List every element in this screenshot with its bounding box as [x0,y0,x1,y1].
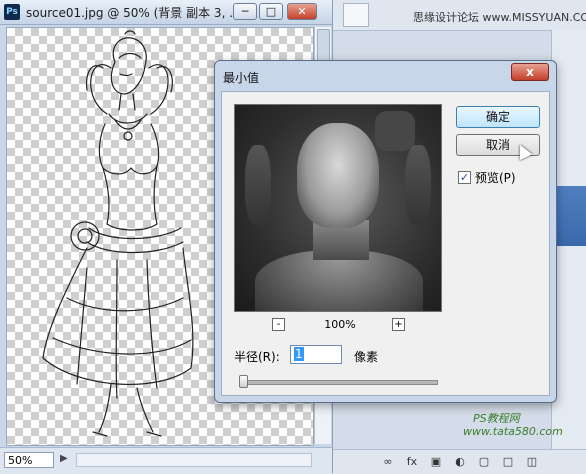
watermark-bottom: www.tata580.com [463,425,563,438]
minimize-button[interactable]: ─ [233,3,257,20]
new-layer-icon[interactable]: □ [501,455,515,469]
mask-icon[interactable]: ▣ [429,455,443,469]
zoom-out-button[interactable]: - [272,318,285,331]
horizontal-scrollbar[interactable] [76,453,312,467]
document-titlebar[interactable]: Ps source01.jpg @ 50% (背景 副本 3, ... ─ □ … [0,0,332,25]
adjustment-icon[interactable]: ◐ [453,455,467,469]
panel-header: 思缘设计论坛 www.MISSYUAN.COM [333,0,586,31]
preview-zoom-controls: - 100% + [272,318,406,334]
folder-icon[interactable]: ▢ [477,455,491,469]
fx-icon[interactable]: fx [405,455,419,469]
layers-toolbar: ∞ fx ▣ ◐ ▢ □ ◫ [333,449,586,474]
trash-icon[interactable]: ◫ [525,455,539,469]
document-status-bar: 50% ▶ [0,447,332,474]
dialog-close-button[interactable]: x [511,63,549,81]
dialog-title: 最小值 [223,71,260,85]
preview-checkbox[interactable]: ✓ [458,171,471,184]
ok-button[interactable]: 确定 [456,106,540,128]
preview-zoom-value: 100% [324,318,356,331]
watermark-top: 思缘设计论坛 www.MISSYUAN.COM [413,11,586,24]
radius-input[interactable]: 1 [290,345,342,364]
panel-swatch[interactable] [343,3,369,27]
radius-slider[interactable] [239,375,438,388]
status-menu-arrow-icon[interactable]: ▶ [60,453,68,464]
minimum-filter-dialog: 最小值 x - 100% + 半径(R): 1 像素 确定 取消 ✓ 预览(P) [214,60,557,403]
close-button[interactable]: ✕ [287,3,317,20]
minimize-icon: ─ [241,5,249,18]
zoom-field[interactable]: 50% [4,452,54,468]
slider-thumb[interactable] [239,375,248,388]
close-icon: ✕ [297,5,307,18]
maximize-button[interactable]: □ [259,3,283,20]
radius-value: 1 [294,347,304,361]
radius-label: 半径(R): [234,350,280,364]
preview-label: 预览(P) [475,171,516,185]
dialog-body: - 100% + 半径(R): 1 像素 确定 取消 ✓ 预览(P) [221,91,550,396]
radius-unit: 像素 [354,350,379,364]
zoom-in-button[interactable]: + [392,318,405,331]
watermark-ps: PS教程网 [473,412,520,425]
maximize-icon: □ [265,5,277,18]
document-title: source01.jpg @ 50% (背景 副本 3, ... [26,6,241,20]
link-layers-icon[interactable]: ∞ [381,455,395,469]
close-icon: x [526,65,534,79]
photoshop-icon: Ps [4,4,20,20]
filter-preview[interactable] [234,104,442,312]
